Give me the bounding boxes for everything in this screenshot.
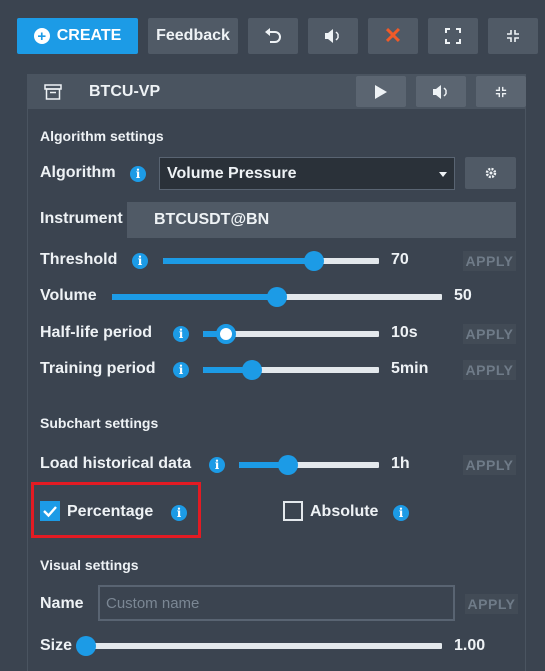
- archive-icon[interactable]: [44, 84, 62, 105]
- threshold-value: 70: [391, 251, 409, 268]
- load-history-slider-thumb[interactable]: [278, 455, 298, 475]
- expand-icon: [445, 28, 461, 44]
- load-history-label: Load historical data: [40, 455, 192, 472]
- algorithm-value: Volume Pressure: [167, 164, 297, 182]
- create-label: CREATE: [56, 27, 122, 44]
- absolute-label[interactable]: Absolute: [310, 503, 378, 521]
- instrument-value: BTCUSDT@BN: [127, 202, 516, 238]
- mute-button[interactable]: [416, 76, 466, 107]
- panel-header: BTCU-VP: [28, 75, 526, 109]
- info-icon[interactable]: i: [130, 166, 146, 182]
- instrument-row: Instrument BTCUSDT@BN: [28, 202, 516, 238]
- training-period-value: 5min: [391, 360, 429, 377]
- percentage-checkbox[interactable]: [40, 501, 60, 521]
- collapse-icon: [507, 30, 519, 42]
- close-icon: ✕: [383, 23, 403, 48]
- undo-icon: [265, 28, 281, 43]
- load-history-slider[interactable]: [239, 455, 379, 475]
- chevron-down-icon: [439, 172, 447, 177]
- size-slider[interactable]: [76, 636, 442, 656]
- percentage-label[interactable]: Percentage: [67, 503, 153, 521]
- play-icon: [375, 84, 387, 99]
- panel-title: BTCU-VP: [89, 83, 161, 100]
- size-slider-thumb[interactable]: [76, 636, 96, 656]
- threshold-slider-thumb[interactable]: [304, 251, 325, 271]
- name-apply-button[interactable]: APPLY: [465, 594, 518, 614]
- volume-slider[interactable]: [112, 287, 442, 307]
- half-life-apply-button[interactable]: APPLY: [463, 324, 516, 344]
- volume-value: 50: [454, 287, 472, 304]
- half-life-label: Half-life period: [40, 324, 153, 341]
- mute-icon: [433, 84, 447, 99]
- algorithm-panel: BTCU-VP Algorithm settings Algorithm i V…: [27, 74, 526, 671]
- training-period-apply-button[interactable]: APPLY: [463, 360, 516, 380]
- algorithm-label: Algorithm: [40, 164, 116, 181]
- plus-icon: +: [33, 28, 50, 44]
- info-icon[interactable]: i: [171, 505, 187, 521]
- threshold-slider-fill: [163, 258, 315, 264]
- algorithm-select[interactable]: Volume Pressure: [159, 157, 455, 190]
- threshold-apply-button[interactable]: APPLY: [463, 251, 516, 271]
- threshold-label: Threshold: [40, 251, 118, 268]
- training-period-slider-thumb[interactable]: [242, 360, 263, 380]
- algorithm-settings-button[interactable]: [465, 157, 516, 189]
- instrument-label: Instrument: [40, 210, 123, 227]
- info-icon[interactable]: i: [393, 505, 409, 521]
- info-icon[interactable]: i: [173, 362, 189, 378]
- info-icon[interactable]: i: [209, 457, 225, 473]
- training-period-label: Training period: [40, 360, 156, 377]
- load-history-value: 1h: [391, 455, 410, 472]
- play-button[interactable]: [356, 76, 406, 107]
- half-life-value: 10s: [391, 324, 418, 341]
- visual-settings-title: Visual settings: [40, 557, 139, 573]
- info-icon[interactable]: i: [173, 326, 189, 342]
- size-label: Size: [40, 637, 73, 654]
- threshold-slider[interactable]: [163, 251, 379, 271]
- create-button[interactable]: + CREATE: [17, 18, 138, 54]
- half-life-slider-thumb[interactable]: [215, 324, 236, 344]
- volume-slider-thumb[interactable]: [267, 287, 287, 307]
- training-period-slider[interactable]: [203, 360, 379, 380]
- gear-icon: [485, 167, 496, 179]
- algorithm-settings-title: Algorithm settings: [40, 128, 164, 144]
- half-life-slider[interactable]: [203, 324, 379, 344]
- name-input[interactable]: [98, 585, 455, 621]
- top-toolbar: + CREATE Feedback ✕: [0, 0, 545, 70]
- undo-button[interactable]: [248, 18, 298, 54]
- subchart-settings-title: Subchart settings: [40, 415, 159, 431]
- mute-icon: [325, 29, 339, 43]
- expand-button[interactable]: [428, 18, 478, 54]
- volume-slider-fill: [112, 294, 277, 300]
- collapse-icon: [495, 86, 507, 97]
- collapse-all-button[interactable]: [488, 18, 538, 54]
- name-label: Name: [40, 595, 84, 612]
- volume-label: Volume: [40, 287, 97, 304]
- size-value: 1.00: [454, 637, 486, 654]
- load-history-apply-button[interactable]: APPLY: [463, 455, 516, 475]
- info-icon[interactable]: i: [132, 253, 148, 269]
- check-icon: [43, 506, 57, 518]
- absolute-checkbox[interactable]: [283, 501, 303, 521]
- mute-all-button[interactable]: [308, 18, 358, 54]
- feedback-button[interactable]: Feedback: [148, 18, 238, 54]
- collapse-button[interactable]: [476, 76, 526, 107]
- close-all-button[interactable]: ✕: [368, 18, 418, 54]
